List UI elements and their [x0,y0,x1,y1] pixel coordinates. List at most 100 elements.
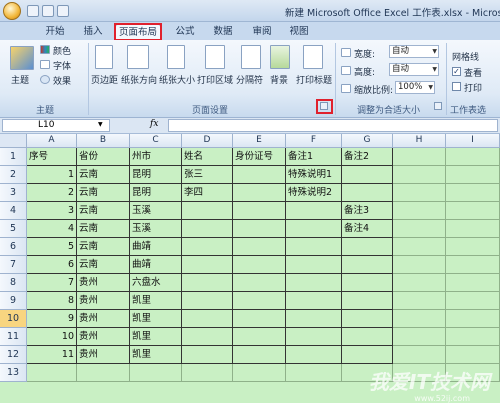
row-header-13[interactable]: 13 [0,364,27,382]
cell-c5[interactable]: 玉溪 [130,220,182,238]
name-box[interactable]: L10 [2,119,110,132]
cell-a2[interactable]: 1 [27,166,77,184]
column-header-a[interactable]: A [27,134,77,148]
orientation-label[interactable]: 纸张方向 [121,73,157,86]
tab-formulas[interactable]: 公式 [170,24,200,40]
cell-d6[interactable] [182,238,233,256]
cell-g7[interactable] [342,256,393,274]
cell-h2[interactable] [393,166,446,184]
cell-a11[interactable]: 10 [27,328,77,346]
cell-i4[interactable] [446,202,500,220]
scale-launcher-icon[interactable] [434,102,442,110]
column-header-i[interactable]: I [446,134,500,148]
cell-a10[interactable]: 9 [27,310,77,328]
row-header-5[interactable]: 5 [0,220,27,238]
cell-g6[interactable] [342,238,393,256]
cell-a12[interactable]: 11 [27,346,77,364]
cell-i5[interactable] [446,220,500,238]
cell-e1[interactable]: 身份证号 [233,148,286,166]
fonts-icon[interactable] [40,60,50,69]
cell-i2[interactable] [446,166,500,184]
cell-i3[interactable] [446,184,500,202]
cell-g1[interactable]: 备注2 [342,148,393,166]
cell-h4[interactable] [393,202,446,220]
cell-f2[interactable]: 特殊说明1 [286,166,342,184]
cell-i6[interactable] [446,238,500,256]
cell-e11[interactable] [233,328,286,346]
cell-a8[interactable]: 7 [27,274,77,292]
cell-b12[interactable]: 贵州 [77,346,130,364]
cell-g8[interactable] [342,274,393,292]
cell-d13[interactable] [182,364,233,382]
row-header-9[interactable]: 9 [0,292,27,310]
cell-d1[interactable]: 姓名 [182,148,233,166]
tab-home[interactable]: 开始 [40,24,70,40]
cell-b1[interactable]: 省份 [77,148,130,166]
breaks-label[interactable]: 分隔符 [236,73,263,86]
cell-f4[interactable] [286,202,342,220]
row-header-2[interactable]: 2 [0,166,27,184]
cell-e5[interactable] [233,220,286,238]
cell-b9[interactable]: 贵州 [77,292,130,310]
cell-b3[interactable]: 云南 [77,184,130,202]
size-icon[interactable] [167,45,185,69]
cell-a9[interactable]: 8 [27,292,77,310]
cell-e13[interactable] [233,364,286,382]
column-header-f[interactable]: F [286,134,342,148]
cell-b4[interactable]: 云南 [77,202,130,220]
cell-i8[interactable] [446,274,500,292]
cell-c7[interactable]: 曲靖 [130,256,182,274]
cell-f3[interactable]: 特殊说明2 [286,184,342,202]
cell-d5[interactable] [182,220,233,238]
effects-label[interactable]: 效果 [53,74,71,87]
cell-b7[interactable]: 云南 [77,256,130,274]
row-header-10[interactable]: 10 [0,310,27,328]
cell-f11[interactable] [286,328,342,346]
undo-icon[interactable] [42,5,54,17]
cell-d2[interactable]: 张三 [182,166,233,184]
fx-icon[interactable]: fx [150,119,158,129]
tab-view[interactable]: 视图 [284,24,314,40]
print-titles-label[interactable]: 打印标题 [296,73,332,86]
cell-b2[interactable]: 云南 [77,166,130,184]
cell-c9[interactable]: 凯里 [130,292,182,310]
spreadsheet-grid[interactable]: A B C D E F G H I 1 2 3 4 5 6 7 8 9 10 11 12 13 序号 省份… [0,134,500,403]
row-header-1[interactable]: 1 [0,148,27,166]
size-label[interactable]: 纸张大小 [159,73,195,86]
cell-f9[interactable] [286,292,342,310]
cell-h11[interactable] [393,328,446,346]
orientation-icon[interactable] [127,45,149,69]
cell-g5[interactable]: 备注4 [342,220,393,238]
print-area-icon[interactable] [205,45,225,69]
cell-d4[interactable] [182,202,233,220]
cell-b5[interactable]: 云南 [77,220,130,238]
cell-e4[interactable] [233,202,286,220]
row-header-12[interactable]: 12 [0,346,27,364]
background-icon[interactable] [270,45,290,69]
cell-c11[interactable]: 凯里 [130,328,182,346]
row-header-6[interactable]: 6 [0,238,27,256]
row-header-7[interactable]: 7 [0,256,27,274]
cell-i10[interactable] [446,310,500,328]
cell-d7[interactable] [182,256,233,274]
cell-g12[interactable] [342,346,393,364]
gridlines-print-checkbox[interactable] [452,82,461,91]
cell-e6[interactable] [233,238,286,256]
cell-h8[interactable] [393,274,446,292]
cell-g11[interactable] [342,328,393,346]
cell-e9[interactable] [233,292,286,310]
cell-c3[interactable]: 昆明 [130,184,182,202]
fonts-label[interactable]: 字体 [53,59,71,72]
column-header-b[interactable]: B [77,134,130,148]
cell-i1[interactable] [446,148,500,166]
cell-f7[interactable] [286,256,342,274]
cell-e8[interactable] [233,274,286,292]
cell-f10[interactable] [286,310,342,328]
cell-d9[interactable] [182,292,233,310]
formula-input[interactable] [168,119,498,132]
name-box-dropdown-icon[interactable]: ▼ [98,121,103,128]
cell-a5[interactable]: 4 [27,220,77,238]
scale-input[interactable]: 100% [395,81,435,94]
cell-c1[interactable]: 州市 [130,148,182,166]
themes-icon[interactable] [10,46,34,70]
